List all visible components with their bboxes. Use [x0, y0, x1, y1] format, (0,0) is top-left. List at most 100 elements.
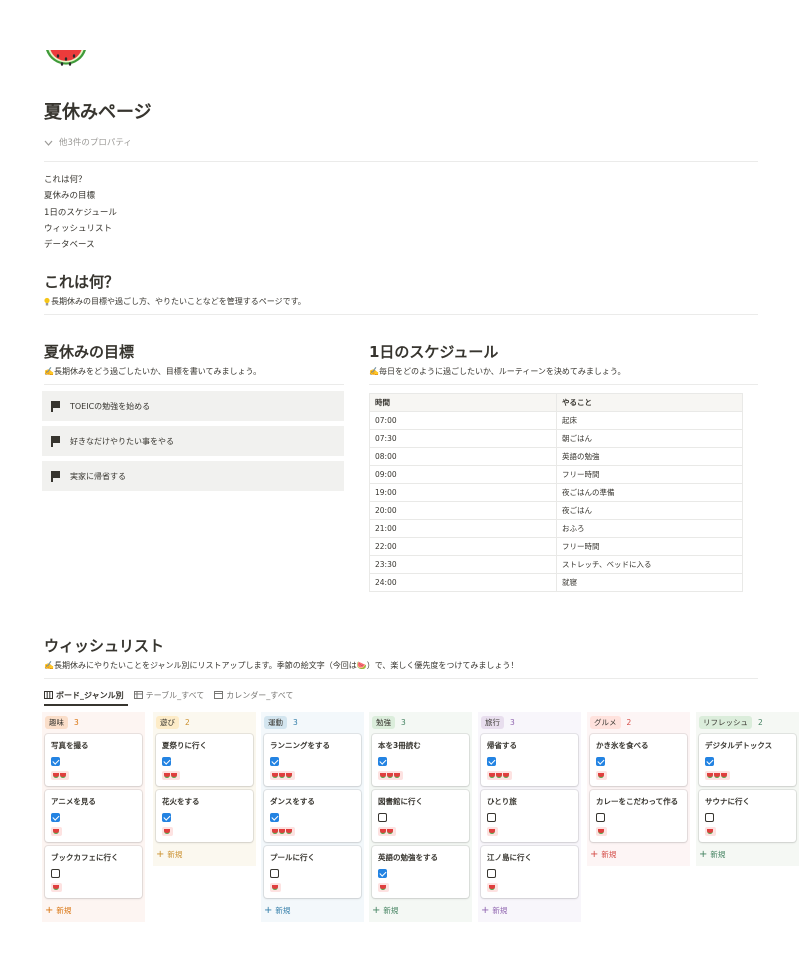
activity-cell[interactable]: 英語の勉強 — [556, 447, 743, 466]
flag-icon — [51, 435, 60, 447]
board-card[interactable]: 花火をする — [156, 790, 253, 842]
done-checkbox[interactable] — [705, 813, 714, 822]
time-cell[interactable]: 20:00 — [369, 501, 557, 520]
column-header[interactable]: 勉強 3 — [372, 714, 469, 730]
new-card-button[interactable]: + 新規 — [45, 904, 142, 916]
column-header[interactable]: グルメ 2 — [590, 714, 687, 730]
done-checkbox[interactable] — [487, 869, 496, 878]
board-card[interactable]: かき氷を食べる — [590, 734, 687, 786]
table-row: 07:00 起床 — [369, 411, 743, 430]
properties-label: 他3件のプロパティ — [59, 138, 132, 148]
board-card[interactable]: 英語の勉強をする — [372, 846, 469, 898]
goal-callout[interactable]: 実家に帰省する — [42, 461, 344, 491]
board-card[interactable]: 写真を撮る — [45, 734, 142, 786]
column-header[interactable]: 運動 3 — [264, 714, 361, 730]
watermelon-icon — [380, 885, 386, 890]
board-card[interactable]: ダンスをする — [264, 790, 361, 842]
toc-item[interactable]: ウィッシュリスト — [44, 222, 117, 238]
goal-text: 好きなだけやりたい事をやる — [70, 436, 174, 446]
done-checkbox[interactable] — [705, 757, 714, 766]
goal-callout[interactable]: TOEICの勉強を始める — [42, 391, 344, 421]
plus-icon: + — [372, 904, 381, 916]
board-card[interactable]: 本を3冊読む — [372, 734, 469, 786]
priority-tag — [487, 771, 512, 780]
goal-callout[interactable]: 好きなだけやりたい事をやる — [42, 426, 344, 456]
time-cell[interactable]: 21:00 — [369, 519, 557, 538]
activity-cell[interactable]: 起床 — [556, 411, 743, 430]
board-card[interactable]: 夏祭りに行く — [156, 734, 253, 786]
table-row: 22:00 フリー時間 — [369, 537, 743, 556]
done-checkbox[interactable] — [378, 757, 387, 766]
time-cell[interactable]: 07:30 — [369, 429, 557, 448]
tab-board[interactable]: ボード_ジャンル別 — [44, 688, 124, 702]
board-card[interactable]: 帰省する — [481, 734, 578, 786]
board-card[interactable]: ランニングをする — [264, 734, 361, 786]
done-checkbox[interactable] — [162, 813, 171, 822]
time-cell[interactable]: 24:00 — [369, 573, 557, 592]
done-checkbox[interactable] — [51, 813, 60, 822]
time-cell[interactable]: 19:00 — [369, 483, 557, 502]
done-checkbox[interactable] — [270, 869, 279, 878]
board-card[interactable]: サウナに行く — [699, 790, 796, 842]
activity-cell[interactable]: 夜ごはんの準備 — [556, 483, 743, 502]
time-cell[interactable]: 23:30 — [369, 555, 557, 574]
board-card[interactable]: 図書館に行く — [372, 790, 469, 842]
activity-cell[interactable]: 就寝 — [556, 573, 743, 592]
tab-label: カレンダー_すべて — [226, 690, 294, 700]
activity-cell[interactable]: フリー時間 — [556, 537, 743, 556]
group-pill: 趣味 — [45, 715, 68, 729]
properties-toggle[interactable]: 他3件のプロパティ — [44, 136, 132, 150]
new-card-button[interactable]: + 新規 — [699, 848, 796, 860]
board-card[interactable]: デジタルデトックス — [699, 734, 796, 786]
done-checkbox[interactable] — [378, 813, 387, 822]
new-card-button[interactable]: + 新規 — [264, 904, 361, 916]
toc-item[interactable]: 1日のスケジュール — [44, 206, 117, 222]
board-card[interactable]: アニメを見る — [45, 790, 142, 842]
done-checkbox[interactable] — [596, 813, 605, 822]
schedule-heading: 1日のスケジュール — [369, 343, 499, 361]
divider — [44, 161, 758, 162]
done-checkbox[interactable] — [162, 757, 171, 766]
time-cell[interactable]: 09:00 — [369, 465, 557, 484]
time-cell[interactable]: 08:00 — [369, 447, 557, 466]
column-header[interactable]: やること — [556, 393, 743, 412]
tab-table[interactable]: テーブル_すべて — [133, 688, 204, 702]
column-header[interactable]: 旅行 3 — [481, 714, 578, 730]
time-cell[interactable]: 07:00 — [369, 411, 557, 430]
board-card[interactable]: カレーをこだわって作る — [590, 790, 687, 842]
table-body: 07:00 起床 07:30 朝ごはん 08:00 英語の勉強 09:00 フリー時間 19:0… — [369, 411, 743, 592]
board-card[interactable]: 江ノ島に行く — [481, 846, 578, 898]
toc-item[interactable]: 夏休みの目標 — [44, 189, 117, 205]
done-checkbox[interactable] — [270, 813, 279, 822]
column-header[interactable]: 時間 — [369, 393, 557, 412]
new-card-button[interactable]: + 新規 — [156, 848, 253, 860]
done-checkbox[interactable] — [270, 757, 279, 766]
watermelon-icon — [489, 885, 495, 890]
activity-cell[interactable]: ストレッチ、ベッドに入る — [556, 555, 743, 574]
activity-cell[interactable]: 夜ごはん — [556, 501, 743, 520]
board-card[interactable]: ひとり旅 — [481, 790, 578, 842]
board-card[interactable]: ブックカフェに行く — [45, 846, 142, 898]
done-checkbox[interactable] — [51, 869, 60, 878]
done-checkbox[interactable] — [487, 813, 496, 822]
activity-cell[interactable]: おふろ — [556, 519, 743, 538]
toc-item[interactable]: これは何？ — [44, 173, 117, 189]
tab-calendar[interactable]: カレンダー_すべて — [214, 688, 293, 702]
toc-item[interactable]: データベース — [44, 238, 117, 254]
new-card-button[interactable]: + 新規 — [590, 848, 687, 860]
board-card[interactable]: プールに行く — [264, 846, 361, 898]
done-checkbox[interactable] — [487, 757, 496, 766]
activity-cell[interactable]: 朝ごはん — [556, 429, 743, 448]
column-header[interactable]: 遊び 2 — [156, 714, 253, 730]
done-checkbox[interactable] — [51, 757, 60, 766]
card-title: 写真を撮る — [51, 741, 89, 750]
new-card-button[interactable]: + 新規 — [481, 904, 578, 916]
new-card-button[interactable]: + 新規 — [372, 904, 469, 916]
column-header[interactable]: リフレッシュ 2 — [699, 714, 796, 730]
column-header[interactable]: 趣味 3 — [45, 714, 142, 730]
done-checkbox[interactable] — [596, 757, 605, 766]
activity-cell[interactable]: フリー時間 — [556, 465, 743, 484]
time-cell[interactable]: 22:00 — [369, 537, 557, 556]
watermelon-icon — [164, 773, 170, 778]
done-checkbox[interactable] — [378, 869, 387, 878]
